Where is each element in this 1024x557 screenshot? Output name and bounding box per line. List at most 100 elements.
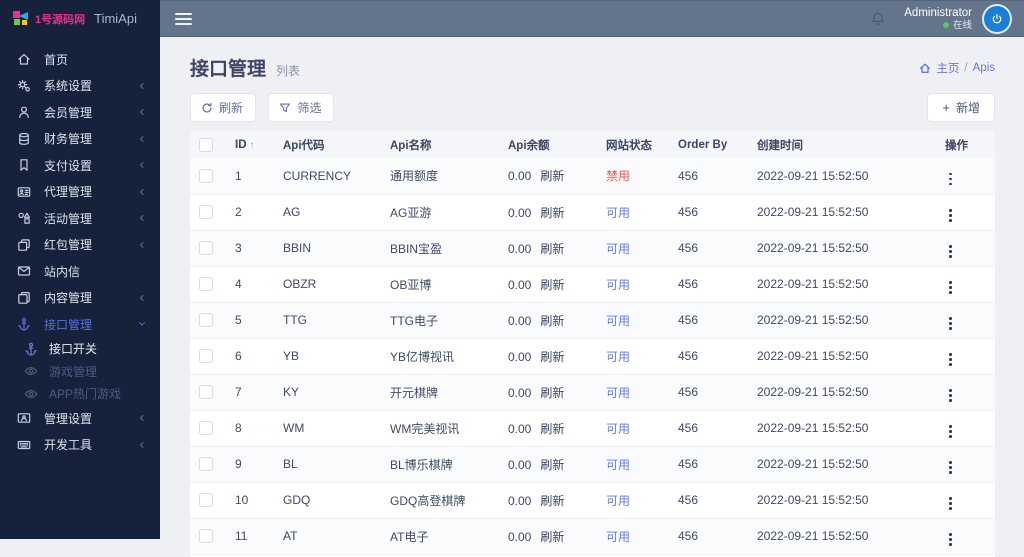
- sidebar-item-label: APP热门游戏: [49, 387, 122, 402]
- sidebar-item-home[interactable]: 首页: [0, 46, 160, 73]
- row-actions-button[interactable]: [945, 495, 956, 512]
- sidebar-item-label: 开发工具: [44, 438, 93, 453]
- sidebar-item-content[interactable]: 内容管理: [0, 285, 160, 312]
- sidebar-item-finance[interactable]: 财务管理: [0, 126, 160, 153]
- balance-refresh-link[interactable]: 刷新: [540, 206, 564, 220]
- cell-api-balance: 0.00 刷新: [501, 518, 599, 555]
- cell-site-status: 可用: [599, 194, 671, 231]
- chevron-left-icon: [137, 440, 147, 450]
- sidebar-subitem-app-hot-games[interactable]: APP热门游戏: [0, 383, 160, 406]
- balance-value: 0.00: [508, 169, 532, 184]
- cell-actions: [938, 482, 995, 519]
- table-row: 5 TTG TTG电子 0.00 刷新 可用 456 2022-09-21 15:…: [190, 302, 995, 339]
- balance-refresh-link[interactable]: 刷新: [540, 350, 564, 364]
- sidebar-item-payment-settings[interactable]: 支付设置: [0, 152, 160, 179]
- row-actions-button[interactable]: [945, 387, 956, 404]
- row-actions-button[interactable]: [945, 315, 956, 332]
- sidebar-item-system-settings[interactable]: 系统设置: [0, 73, 160, 100]
- row-actions-button[interactable]: [945, 279, 956, 296]
- balance-refresh-link[interactable]: 刷新: [540, 278, 564, 292]
- cell-order-by: 456: [671, 302, 750, 339]
- row-checkbox[interactable]: [199, 529, 213, 544]
- row-checkbox[interactable]: [199, 385, 213, 400]
- menu-icon[interactable]: [175, 10, 192, 28]
- cell-actions: [938, 338, 995, 375]
- row-actions-button[interactable]: [945, 207, 956, 224]
- row-checkbox[interactable]: [199, 349, 213, 364]
- refresh-icon: [201, 102, 213, 114]
- cell-site-status: 可用: [599, 446, 671, 483]
- cell-id: 3: [228, 230, 276, 267]
- bell-icon[interactable]: [870, 11, 886, 27]
- refresh-button[interactable]: 刷新: [190, 93, 257, 122]
- row-actions-button[interactable]: [945, 171, 956, 188]
- sidebar-item-label: 站内信: [44, 264, 81, 279]
- sidebar-item-api-management[interactable]: 接口管理: [0, 311, 160, 338]
- cell-created-at: 2022-09-21 15:52:50: [750, 194, 938, 231]
- avatar[interactable]: [982, 3, 1012, 34]
- balance-refresh-link[interactable]: 刷新: [540, 314, 564, 328]
- filter-button[interactable]: 筛选: [268, 93, 335, 122]
- brand-logo[interactable]: 1号源码网 TimiApi: [0, 0, 160, 37]
- cell-id: 8: [228, 410, 276, 447]
- main-content: 接口管理 列表 主页 / Apis 刷新 筛选 + 新增 ID ↑ Api代码 …: [160, 37, 1024, 557]
- cell-actions: [938, 518, 995, 555]
- balance-refresh-link[interactable]: 刷新: [540, 530, 564, 544]
- table-card: ID ↑ Api代码 Api名称 Api余额 网站状态 Order By 创建时间…: [190, 131, 995, 557]
- balance-refresh-link[interactable]: 刷新: [540, 242, 564, 256]
- table-row: 8 WM WM完美视讯 0.00 刷新 可用 456 2022-09-21 15:…: [190, 410, 995, 447]
- balance-refresh-link[interactable]: 刷新: [540, 422, 564, 436]
- breadcrumb-home-link[interactable]: 主页: [936, 60, 959, 76]
- user-menu[interactable]: Administrator 在线: [904, 7, 972, 31]
- row-actions-button[interactable]: [945, 423, 956, 440]
- balance-value: 0.00: [508, 241, 532, 256]
- cell-order-by: 456: [671, 230, 750, 267]
- sidebar-item-members[interactable]: 会员管理: [0, 99, 160, 126]
- row-checkbox[interactable]: [199, 421, 213, 436]
- sidebar-item-agents[interactable]: 代理管理: [0, 179, 160, 206]
- row-checkbox[interactable]: [199, 457, 213, 472]
- balance-refresh-link[interactable]: 刷新: [540, 458, 564, 472]
- app-name: TimiApi: [94, 11, 137, 26]
- row-checkbox[interactable]: [199, 205, 213, 220]
- bookmark-icon: [17, 158, 31, 172]
- status-badge: 可用: [606, 277, 631, 292]
- sidebar: 1号源码网 TimiApi 首页 系统设置 会员管理 财务管理 支付设置 代理管…: [0, 0, 160, 539]
- row-actions-button[interactable]: [945, 459, 956, 476]
- row-actions-button[interactable]: [945, 531, 956, 548]
- cell-api-code: AG: [276, 194, 383, 231]
- sidebar-item-admin-settings[interactable]: 管理设置: [0, 405, 160, 432]
- cell-api-balance: 0.00 刷新: [501, 338, 599, 375]
- table-row: 1 CURRENCY 通用额度 0.00 刷新 禁用 456 2022-09-21…: [190, 158, 995, 195]
- chevron-left-icon: [137, 213, 147, 223]
- add-button[interactable]: + 新增: [927, 93, 995, 122]
- row-actions-button[interactable]: [945, 351, 956, 368]
- sidebar-item-dev-tools[interactable]: 开发工具: [0, 432, 160, 459]
- sidebar-subitem-game-management[interactable]: 游戏管理: [0, 360, 160, 383]
- sidebar-item-label: 支付设置: [44, 158, 93, 173]
- breadcrumb-current[interactable]: Apis: [973, 62, 995, 74]
- select-all-checkbox[interactable]: [199, 137, 213, 152]
- sidebar-item-activities[interactable]: 活动管理: [0, 205, 160, 232]
- balance-refresh-link[interactable]: 刷新: [540, 169, 564, 183]
- column-header-id[interactable]: ID ↑: [228, 131, 276, 158]
- row-checkbox[interactable]: [199, 493, 213, 508]
- sidebar-item-messages[interactable]: 站内信: [0, 258, 160, 285]
- cell-site-status: 可用: [599, 302, 671, 339]
- sidebar-item-red-packets[interactable]: 红包管理: [0, 232, 160, 259]
- row-checkbox[interactable]: [199, 277, 213, 292]
- balance-refresh-link[interactable]: 刷新: [540, 494, 564, 508]
- balance-refresh-link[interactable]: 刷新: [540, 386, 564, 400]
- row-checkbox[interactable]: [199, 241, 213, 256]
- cell-api-code: YB: [276, 338, 383, 375]
- row-checkbox[interactable]: [199, 313, 213, 328]
- cell-api-balance: 0.00 刷新: [501, 230, 599, 267]
- row-actions-button[interactable]: [945, 243, 956, 260]
- row-checkbox[interactable]: [199, 169, 213, 184]
- cell-api-name: 通用额度: [383, 158, 501, 195]
- column-header-actions: 操作: [938, 131, 995, 158]
- sidebar-subitem-api-switch[interactable]: 接口开关: [0, 338, 160, 361]
- cell-api-balance: 0.00 刷新: [501, 374, 599, 411]
- chevron-left-icon: [137, 134, 147, 144]
- breadcrumb-separator: /: [964, 61, 968, 74]
